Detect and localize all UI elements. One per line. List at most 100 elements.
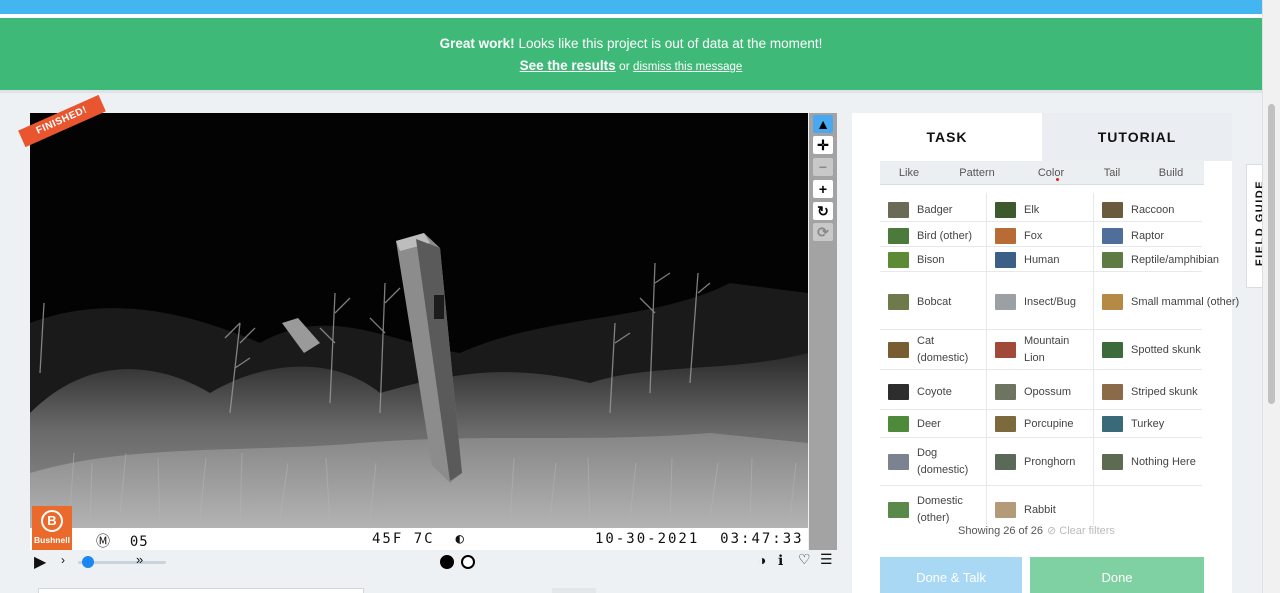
choice-porcupine[interactable]: Porcupine [995,413,1101,435]
success-banner: Great work! Looks like this project is o… [0,18,1280,90]
choice-thumbnail [888,202,909,218]
see-results-link[interactable]: See the results [520,58,616,73]
filter-color[interactable]: Color [1016,161,1086,185]
grid-divider [880,329,1202,330]
showing-text: Showing 26 of 26 [958,525,1044,537]
temperature: 45F 7C [372,531,435,547]
choice-label: Fox [1024,229,1043,242]
choice-label: Porcupine [1024,417,1074,430]
scrollbar[interactable] [1262,0,1280,593]
grid-divider [880,271,1202,272]
choice-nothing-here[interactable]: Nothing Here [1102,443,1232,481]
choice-label: Bison [917,253,945,266]
choice-reptile-amphibian[interactable]: Reptile/amphibian [1102,249,1232,271]
choice-fox[interactable]: Fox [995,225,1101,247]
choice-badger[interactable]: Badger [888,199,994,221]
banner-message: Looks like this project is out of data a… [518,36,823,51]
frame-dot-1[interactable] [440,555,454,569]
filter-pattern[interactable]: Pattern [938,161,1016,185]
choice-turkey[interactable]: Turkey [1102,413,1232,435]
active-filter-dot [1056,178,1059,181]
info-icon[interactable]: ℹ [778,552,783,569]
scrollbar-thumb[interactable] [1268,104,1275,404]
choice-label: Rabbit [1024,503,1056,516]
choice-thumbnail [888,294,909,310]
camera-number: 05 [129,534,149,550]
choice-bird-other[interactable]: Bird (other) [888,225,994,247]
tab-task[interactable]: TASK [852,113,1042,161]
choice-small-mammal-other[interactable]: Small mammal (other) [1102,275,1239,329]
done-and-talk-button[interactable]: Done & Talk [880,557,1022,593]
image-toolbar: ▲ ✛ − + ↻ ⟳ [809,113,837,550]
choice-raptor[interactable]: Raptor [1102,225,1232,247]
filter-tail[interactable]: Tail [1086,161,1138,185]
reset-icon[interactable]: ⟳ [813,223,833,241]
choice-spotted-skunk[interactable]: Spotted skunk [1102,333,1232,367]
choice-label: Raccoon [1131,203,1175,216]
zoom-out-icon[interactable]: − [813,158,833,176]
dismiss-link[interactable]: dismiss this message [633,61,742,73]
clear-filters[interactable]: ⊘ Clear filters [1047,525,1115,537]
filter-color-label: Color [1037,167,1065,179]
choice-deer[interactable]: Deer [888,413,994,435]
choice-label: Domestic (other) [917,495,963,524]
frame-dot-2[interactable] [461,555,475,569]
choice-striped-skunk[interactable]: Striped skunk [1102,375,1232,409]
choice-pronghorn[interactable]: Pronghorn [995,443,1101,481]
done-button[interactable]: Done [1030,557,1204,593]
play-icon[interactable]: ▶ [34,552,46,572]
choice-label: Turkey [1131,417,1165,430]
half-moon-icon: ◐ [455,531,466,547]
bottom-box [552,588,596,593]
choice-rabbit[interactable]: Rabbit [995,493,1101,527]
speed-slider-knob[interactable] [82,556,94,568]
choice-label: Elk [1024,203,1040,216]
choice-cat-domestic[interactable]: Cat (domestic) [888,333,994,367]
zoom-in-icon[interactable]: + [813,180,833,198]
choice-bison[interactable]: Bison [888,249,994,271]
choice-label: Small mammal (other) [1131,295,1240,308]
rotate-icon[interactable]: ↻ [813,202,833,220]
choice-mountain-lion[interactable]: Mountain Lion [995,333,1101,367]
choice-opossum[interactable]: Opossum [995,375,1101,409]
choice-thumbnail [1102,252,1123,268]
choice-thumbnail [888,252,909,268]
filter-build[interactable]: Build [1138,161,1204,185]
banner-line-1: Great work! Looks like this project is o… [0,36,1262,51]
filter-like[interactable]: Like [880,161,938,185]
showing-count: Showing 26 of 26 ⊘ Clear filters [958,524,1115,537]
choice-thumbnail [995,294,1016,310]
fast-icon[interactable]: » [136,552,143,567]
choice-human[interactable]: Human [995,249,1101,271]
choice-label: Mountain Lion [1024,335,1070,364]
choice-label: Insect/Bug [1024,295,1076,308]
comment-input[interactable] [38,588,364,593]
choice-insect-bug[interactable]: Insect/Bug [995,275,1101,329]
choice-label: Reptile/amphibian [1131,253,1220,266]
bushnell-icon: B [41,510,63,532]
grid-divider [880,246,1202,247]
pointer-icon[interactable]: ▲ [813,115,833,133]
choice-elk[interactable]: Elk [995,199,1101,221]
slow-icon[interactable]: › [61,553,65,567]
choice-raccoon[interactable]: Raccoon [1102,199,1232,221]
favorite-icon[interactable]: ♡ [798,551,811,568]
subject-image[interactable]: B Bushnell Ⓜ 05 45F 7C ◐ 10-30-2021 03:4… [30,113,808,550]
banner-or: or [619,59,630,73]
bushnell-logo: B Bushnell [32,506,72,550]
choice-thumbnail [995,416,1016,432]
choice-thumbnail [888,228,909,244]
choice-bobcat[interactable]: Bobcat [888,275,994,329]
choice-label: Bird (other) [917,229,973,242]
frame-controls: ▶ › » ◑ ℹ ♡ ☰ [30,550,838,574]
choice-domestic-other[interactable]: Domestic (other) [888,493,994,527]
temperature-readout: 45F 7C ◐ [372,531,466,547]
grid-divider [880,369,1202,370]
choice-coyote[interactable]: Coyote [888,375,994,409]
collections-icon[interactable]: ☰ [820,551,833,568]
invert-icon[interactable]: ◑ [758,552,766,568]
move-icon[interactable]: ✛ [813,136,833,154]
tab-tutorial[interactable]: TUTORIAL [1042,113,1232,161]
choice-dog-domestic[interactable]: Dog (domestic) [888,443,994,481]
choice-thumbnail [888,384,909,400]
